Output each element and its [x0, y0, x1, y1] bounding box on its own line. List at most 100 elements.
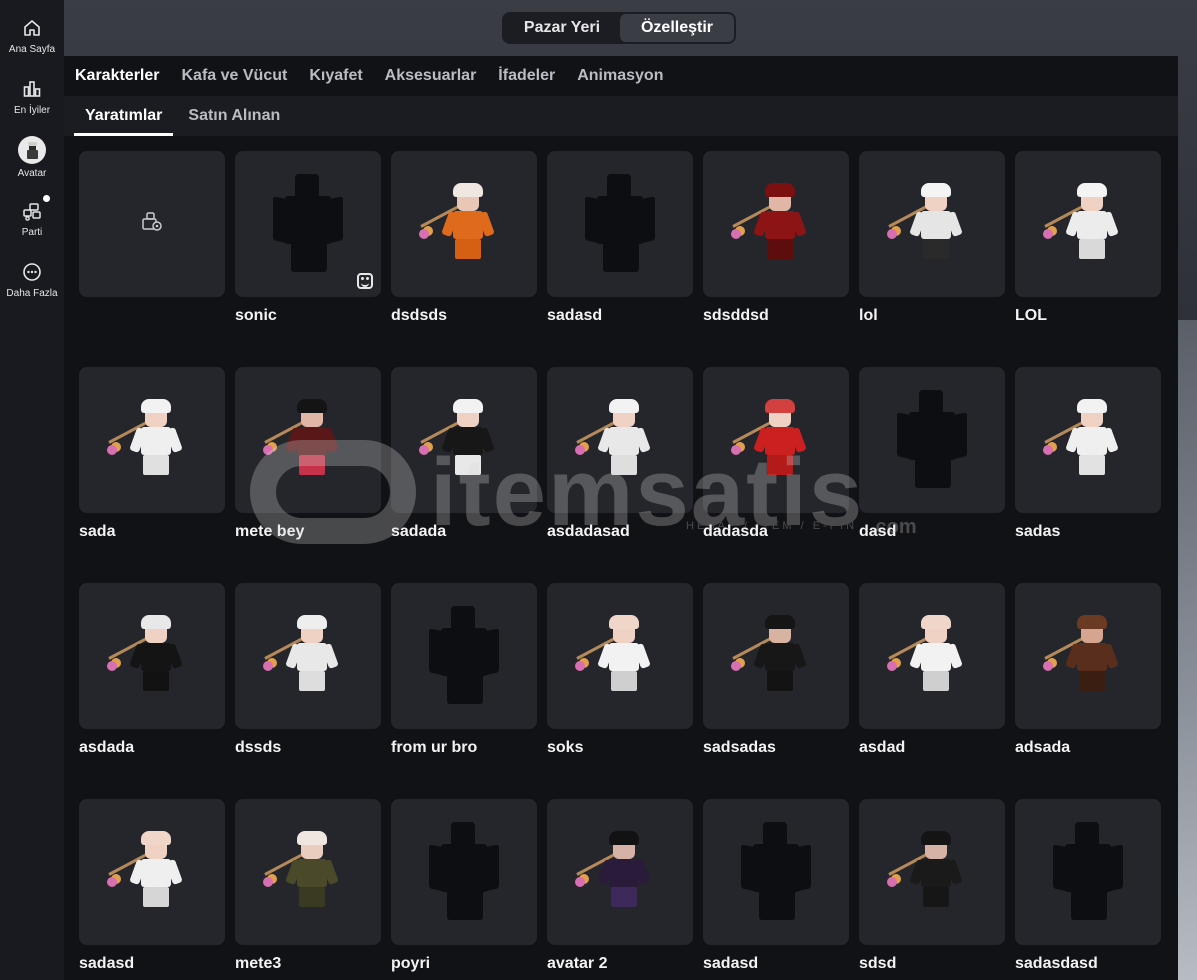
- character-card[interactable]: asdad: [859, 583, 1005, 757]
- character-card[interactable]: dsdsds: [391, 151, 537, 325]
- blank-avatar-silhouette: [273, 174, 343, 274]
- character-name: mete bey: [235, 523, 305, 540]
- character-thumbnail[interactable]: [859, 151, 1005, 297]
- character-card[interactable]: sonic: [235, 151, 381, 325]
- tab-accessories[interactable]: Aksesuarlar: [385, 67, 477, 85]
- character-name: adsada: [1015, 739, 1071, 756]
- character-name: sadas: [1015, 523, 1061, 540]
- blank-avatar-silhouette: [429, 822, 499, 922]
- character-thumbnail[interactable]: [1015, 367, 1161, 513]
- avatar-render: [263, 395, 353, 485]
- character-name: sadasd: [703, 955, 759, 972]
- character-thumbnail[interactable]: [235, 151, 381, 297]
- character-card[interactable]: sadas: [1015, 367, 1161, 541]
- character-thumbnail[interactable]: [391, 367, 537, 513]
- character-card[interactable]: dssds: [235, 583, 381, 757]
- character-thumbnail[interactable]: [391, 151, 537, 297]
- avatar-render: [887, 179, 977, 269]
- character-card[interactable]: lol: [859, 151, 1005, 325]
- character-thumbnail[interactable]: [703, 799, 849, 945]
- tab-purchased[interactable]: Satın Alınan: [177, 96, 291, 136]
- nav-item-charts[interactable]: En İyiler: [0, 61, 64, 122]
- create-character-card[interactable]: [79, 151, 225, 297]
- marketplace-tab[interactable]: Pazar Yeri: [504, 14, 620, 42]
- character-thumbnail[interactable]: [547, 583, 693, 729]
- avatar-render: [107, 827, 197, 917]
- notification-dot: [43, 195, 50, 202]
- avatar-render: [731, 395, 821, 485]
- character-card[interactable]: sadasdasd: [1015, 799, 1161, 973]
- character-card[interactable]: LOL: [1015, 151, 1161, 325]
- nav-item-party[interactable]: Parti: [0, 183, 64, 244]
- character-card[interactable]: soks: [547, 583, 693, 757]
- character-thumbnail[interactable]: [79, 583, 225, 729]
- character-thumbnail[interactable]: [79, 799, 225, 945]
- nav-item-avatar[interactable]: Avatar: [0, 122, 64, 183]
- avatar-render: [887, 827, 977, 917]
- character-name: dadasda: [703, 523, 768, 540]
- character-name: dasd: [859, 523, 897, 540]
- character-thumbnail[interactable]: [703, 583, 849, 729]
- character-name: dsdsds: [391, 307, 448, 324]
- character-thumbnail[interactable]: [703, 151, 849, 297]
- character-thumbnail[interactable]: [235, 367, 381, 513]
- character-name: sadsadas: [703, 739, 776, 756]
- character-thumbnail[interactable]: [859, 799, 1005, 945]
- character-card[interactable]: dadasda: [703, 367, 849, 541]
- character-card[interactable]: mete bey: [235, 367, 381, 541]
- character-thumbnail[interactable]: [1015, 151, 1161, 297]
- tab-head-body[interactable]: Kafa ve Vücut: [182, 67, 288, 85]
- character-thumbnail[interactable]: [703, 367, 849, 513]
- character-card[interactable]: poyri: [391, 799, 537, 973]
- character-card[interactable]: sdsd: [859, 799, 1005, 973]
- character-card[interactable]: dasd: [859, 367, 1005, 541]
- character-thumbnail[interactable]: [1015, 583, 1161, 729]
- character-thumbnail[interactable]: [859, 367, 1005, 513]
- character-name: sadasdasd: [1015, 955, 1098, 972]
- character-card[interactable]: from ur bro: [391, 583, 537, 757]
- nav-item-more[interactable]: Daha Fazla: [0, 244, 64, 305]
- character-name: asdadasad: [547, 523, 630, 540]
- character-thumbnail[interactable]: [547, 151, 693, 297]
- character-thumbnail[interactable]: [547, 799, 693, 945]
- tab-characters[interactable]: Karakterler: [75, 67, 160, 85]
- customize-tab[interactable]: Özelleştir: [620, 14, 734, 42]
- character-card[interactable]: sada: [79, 367, 225, 541]
- character-thumbnail[interactable]: [235, 583, 381, 729]
- mode-switch: Pazar Yeri Özelleştir: [502, 12, 736, 44]
- home-icon: [20, 16, 44, 40]
- character-thumbnail[interactable]: [79, 367, 225, 513]
- character-thumbnail[interactable]: [391, 799, 537, 945]
- nav-item-home[interactable]: Ana Sayfa: [0, 0, 64, 61]
- character-name: avatar 2: [547, 955, 608, 972]
- character-name: from ur bro: [391, 739, 478, 756]
- character-card[interactable]: asdadasad: [547, 367, 693, 541]
- tab-animation[interactable]: Animasyon: [577, 67, 663, 85]
- character-card[interactable]: avatar 2: [547, 799, 693, 973]
- character-name: mete3: [235, 955, 282, 972]
- tab-creations[interactable]: Yaratımlar: [74, 96, 174, 136]
- character-name: sonic: [235, 307, 277, 324]
- character-thumbnail[interactable]: [235, 799, 381, 945]
- tab-emotes[interactable]: İfadeler: [498, 67, 555, 85]
- create-character-thumb[interactable]: [79, 151, 225, 297]
- character-card[interactable]: sadasd: [703, 799, 849, 973]
- avatar-render: [1043, 611, 1133, 701]
- character-card[interactable]: sadada: [391, 367, 537, 541]
- character-card[interactable]: mete3: [235, 799, 381, 973]
- character-thumbnail[interactable]: [547, 367, 693, 513]
- character-name: lol: [859, 307, 878, 324]
- subcategory-tabs: Yaratımlar Satın Alınan: [64, 96, 1178, 136]
- character-card[interactable]: sadasd: [547, 151, 693, 325]
- character-card[interactable]: sadsadas: [703, 583, 849, 757]
- character-thumbnail[interactable]: [859, 583, 1005, 729]
- tab-clothing[interactable]: Kıyafet: [309, 67, 362, 85]
- character-thumbnail[interactable]: [391, 583, 537, 729]
- character-card[interactable]: sadasd: [79, 799, 225, 973]
- avatar-render: [263, 611, 353, 701]
- character-thumbnail[interactable]: [1015, 799, 1161, 945]
- character-card[interactable]: asdada: [79, 583, 225, 757]
- character-card[interactable]: adsada: [1015, 583, 1161, 757]
- character-card[interactable]: sdsddsd: [703, 151, 849, 325]
- avatar-render: [731, 179, 821, 269]
